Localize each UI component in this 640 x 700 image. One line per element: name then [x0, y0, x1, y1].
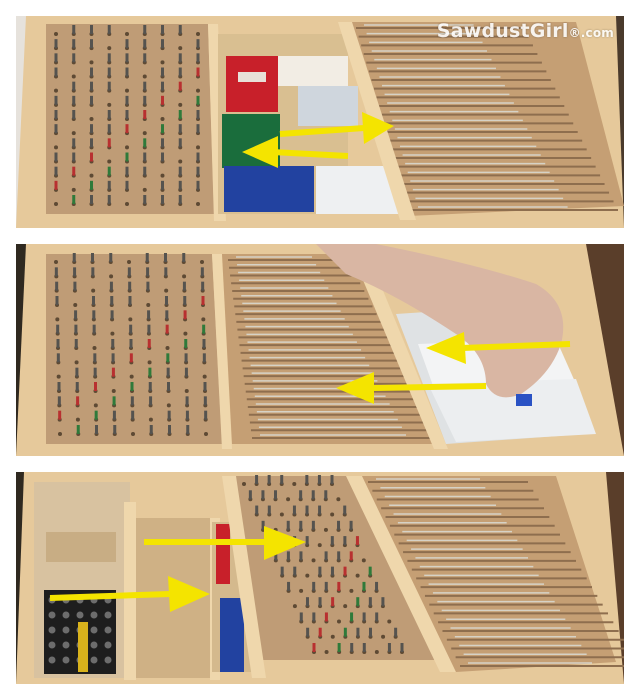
- pegboard: [46, 253, 222, 444]
- watermark-brand: SawdustGirl: [436, 20, 569, 42]
- watermark-suffix: ®.com: [568, 26, 614, 40]
- watermark-logo: SawdustGirl®.com: [437, 20, 614, 42]
- drawer-photo-middle: [16, 244, 624, 456]
- panel-drawer-top: SawdustGirl®.com: [16, 16, 624, 228]
- drawer-photo-bottom: [16, 472, 624, 684]
- red-bit-case: [226, 56, 278, 112]
- blue-bit-case: [224, 166, 314, 212]
- panel-drawer-bottom: [16, 472, 624, 684]
- pegboard: [46, 24, 214, 214]
- panel-drawer-middle: [16, 244, 624, 456]
- drawer-photo-top: [16, 16, 624, 228]
